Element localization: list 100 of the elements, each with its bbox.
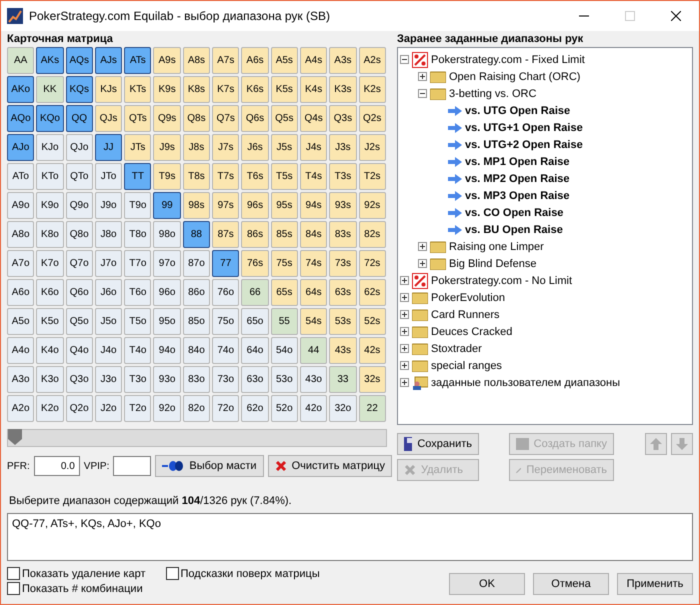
tree-item[interactable]: vs. BU Open Raise — [465, 224, 563, 236]
hand-cell[interactable]: T9s — [153, 163, 181, 190]
hand-cell[interactable]: 99 — [153, 192, 181, 219]
hand-cell[interactable]: QJo — [66, 134, 93, 161]
hand-cell[interactable]: J5s — [270, 134, 298, 161]
hand-cell[interactable]: T7s — [212, 163, 240, 190]
hand-cell[interactable]: KQo — [36, 105, 64, 132]
expand-icon[interactable] — [400, 361, 409, 370]
tree-item[interactable]: заданные пользователем диапазоны — [431, 376, 620, 388]
hand-cell[interactable]: 74o — [212, 337, 240, 364]
tree-item[interactable]: PokerEvolution — [431, 292, 505, 304]
hand-cell[interactable]: 93s — [329, 192, 357, 219]
hand-cell[interactable]: A8s — [182, 47, 210, 74]
tree-item[interactable]: special ranges — [431, 360, 502, 372]
hand-cell[interactable]: 62o — [241, 395, 269, 422]
hand-cell[interactable]: 87s — [212, 221, 240, 248]
hand-cell[interactable]: 32o — [329, 395, 357, 422]
hand-cell[interactable]: A3o — [7, 366, 34, 393]
checkbox[interactable] — [166, 567, 179, 580]
tree-item[interactable]: Open Raising Chart (ORC) — [449, 70, 580, 82]
hand-cell[interactable]: A9o — [7, 192, 34, 219]
hand-cell[interactable]: 54s — [300, 308, 328, 335]
hand-cell[interactable]: K3o — [36, 366, 64, 393]
hand-cell[interactable]: 72s — [358, 250, 386, 277]
hand-cell[interactable]: 83s — [329, 221, 357, 248]
hand-cell[interactable]: J2s — [358, 134, 386, 161]
tree-item[interactable]: Pokerstrategy.com - No Limit — [431, 274, 572, 286]
tree-item[interactable]: Raising one Limper — [449, 240, 544, 252]
hand-cell[interactable]: QJs — [94, 105, 122, 132]
expand-icon[interactable] — [418, 72, 427, 81]
tree-item[interactable]: vs. UTG+1 Open Raise — [465, 122, 583, 134]
hand-cell[interactable]: A2o — [7, 395, 34, 422]
hand-cell[interactable]: Q9o — [66, 192, 93, 219]
hand-cell[interactable]: 42s — [358, 337, 386, 364]
hand-cell[interactable]: 95o — [153, 308, 181, 335]
hand-cell[interactable]: 82o — [182, 395, 210, 422]
hand-cell[interactable]: KTs — [124, 76, 152, 103]
hand-cell[interactable]: J7s — [212, 134, 240, 161]
hand-cell[interactable]: KJo — [36, 134, 64, 161]
hand-cell[interactable]: QTo — [66, 163, 93, 190]
hand-cell[interactable]: 88 — [182, 221, 210, 248]
expand-icon[interactable] — [400, 276, 409, 285]
hand-cell[interactable]: 95s — [270, 192, 298, 219]
expand-icon[interactable] — [400, 344, 409, 353]
expand-icon[interactable] — [400, 310, 409, 319]
hand-cell[interactable]: J8o — [94, 221, 122, 248]
hand-cell[interactable]: TT — [124, 163, 152, 190]
hand-cell[interactable]: T6o — [124, 279, 152, 306]
hand-cell[interactable]: 73o — [212, 366, 240, 393]
hand-cell[interactable]: T4s — [300, 163, 328, 190]
hand-cell[interactable]: J2o — [94, 395, 122, 422]
hand-cell[interactable]: 94s — [300, 192, 328, 219]
hand-cell[interactable]: 53s — [329, 308, 357, 335]
tree-item[interactable]: vs. CO Open Raise — [465, 206, 564, 218]
hand-cell[interactable]: Q9s — [153, 105, 181, 132]
tree-item[interactable]: vs. UTG+2 Open Raise — [465, 138, 583, 150]
hand-cell[interactable]: A8o — [7, 221, 34, 248]
hand-cell[interactable]: Q4s — [300, 105, 328, 132]
hand-cell[interactable]: A4o — [7, 337, 34, 364]
hand-cell[interactable]: 64o — [241, 337, 269, 364]
hand-cell[interactable]: 22 — [358, 395, 386, 422]
collapse-icon[interactable] — [418, 89, 427, 98]
hand-cell[interactable]: 65o — [241, 308, 269, 335]
hand-cell[interactable]: 33 — [329, 366, 357, 393]
hand-cell[interactable]: J3s — [329, 134, 357, 161]
hand-cell[interactable]: JTo — [94, 163, 122, 190]
hand-cell[interactable]: 52o — [270, 395, 298, 422]
hand-cell[interactable]: 98o — [153, 221, 181, 248]
hand-cell[interactable]: Q8o — [66, 221, 93, 248]
hand-cell[interactable]: K2o — [36, 395, 64, 422]
hand-cell[interactable]: 63s — [329, 279, 357, 306]
tree-item[interactable]: Stoxtrader — [431, 342, 482, 354]
slider-track[interactable] — [7, 429, 387, 447]
hand-cell[interactable]: T7o — [124, 250, 152, 277]
hand-cell[interactable]: A6s — [241, 47, 269, 74]
tree-item[interactable]: vs. MP3 Open Raise — [465, 190, 570, 202]
hand-cell[interactable]: Q5o — [66, 308, 93, 335]
hand-cell[interactable]: 32s — [358, 366, 386, 393]
hand-cell[interactable]: 97o — [153, 250, 181, 277]
hand-cell[interactable]: 55 — [270, 308, 298, 335]
hand-cell[interactable]: A9s — [153, 47, 181, 74]
hand-cell[interactable]: 75o — [212, 308, 240, 335]
hand-cell[interactable]: 96s — [241, 192, 269, 219]
hand-cell[interactable]: 72o — [212, 395, 240, 422]
hand-cell[interactable]: T9o — [124, 192, 152, 219]
hand-cell[interactable]: 63o — [241, 366, 269, 393]
hand-cell[interactable]: K6o — [36, 279, 64, 306]
vpip-field[interactable] — [113, 456, 152, 476]
slider-thumb[interactable] — [8, 429, 22, 445]
checkbox[interactable] — [7, 582, 20, 595]
expand-icon[interactable] — [418, 242, 427, 251]
hand-cell[interactable]: AKs — [36, 47, 64, 74]
hand-cell[interactable]: AKo — [7, 76, 34, 103]
suit-select-button[interactable]: Выбор масти — [155, 455, 264, 477]
range-text-field[interactable]: QQ-77, ATs+, KQs, AJo+, KQo — [7, 513, 693, 561]
hand-cell[interactable]: 42o — [300, 395, 328, 422]
hand-cell[interactable]: J9s — [153, 134, 181, 161]
hand-cell[interactable]: T5o — [124, 308, 152, 335]
hand-cell[interactable]: 83o — [182, 366, 210, 393]
tree-item[interactable]: Pokerstrategy.com - Fixed Limit — [431, 54, 585, 66]
